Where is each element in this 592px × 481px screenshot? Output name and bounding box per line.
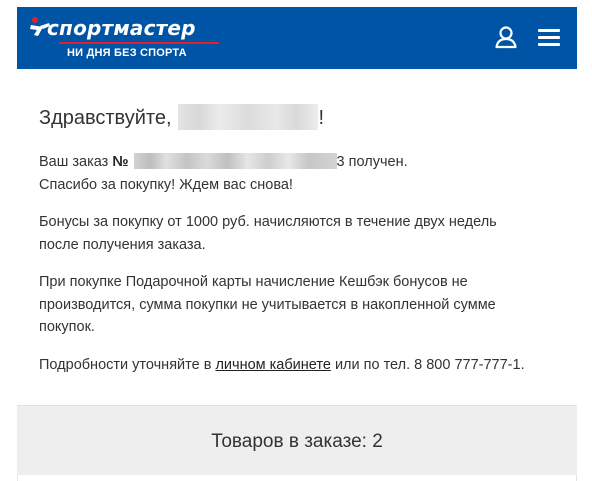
personal-account-link[interactable]: личном кабинете bbox=[215, 357, 330, 373]
sportmaster-logo[interactable]: спортмастер НИ ДНЯ БЕЗ СПОРТА bbox=[29, 13, 229, 61]
gift-card-note: При покупке Подарочной карты начисление … bbox=[39, 274, 496, 335]
hamburger-menu-icon[interactable] bbox=[535, 24, 563, 50]
logo-tagline: НИ ДНЯ БЕЗ СПОРТА bbox=[67, 47, 187, 59]
order-thanks: Спасибо за покупку! Ждем вас снова! bbox=[39, 176, 293, 193]
details-suffix: или по тел. 8 800 777-777-1. bbox=[334, 357, 525, 373]
order-number-sign: № bbox=[112, 154, 129, 170]
user-icon[interactable] bbox=[493, 24, 519, 50]
details-paragraph: Подробности уточняйте в личном кабинете … bbox=[39, 354, 559, 377]
details-prefix: Подробности уточняйте в bbox=[39, 357, 212, 373]
order-prefix: Ваш заказ bbox=[39, 154, 109, 170]
greeting-suffix: ! bbox=[318, 107, 325, 129]
menu-line bbox=[538, 43, 560, 46]
bonus-note: Бонусы за покупку от 1000 руб. начисляют… bbox=[39, 214, 497, 253]
redacted-customer-name bbox=[177, 104, 318, 130]
order-number-tail: 3 bbox=[336, 154, 345, 170]
greeting-heading: Здравствуйте,! bbox=[39, 104, 324, 131]
order-items-card bbox=[17, 475, 577, 481]
redacted-order-number bbox=[133, 153, 337, 169]
greeting-prefix: Здравствуйте, bbox=[39, 107, 172, 129]
header-bar: спортмастер НИ ДНЯ БЕЗ СПОРТА bbox=[17, 7, 577, 69]
order-status: получен. bbox=[348, 154, 408, 170]
email-frame: спортмастер НИ ДНЯ БЕЗ СПОРТА Здравствуй… bbox=[17, 0, 577, 481]
menu-line bbox=[538, 29, 560, 32]
logo-wordmark: спортмастер bbox=[47, 16, 196, 40]
logo-underline bbox=[59, 42, 219, 44]
items-count-heading: Товаров в заказе: 2 bbox=[211, 431, 383, 452]
order-status-paragraph: Ваш заказ № 3 получен. Спасибо за покупку… bbox=[39, 151, 559, 196]
order-summary-section: Товаров в заказе: 2 bbox=[17, 405, 577, 481]
menu-line bbox=[538, 36, 560, 39]
